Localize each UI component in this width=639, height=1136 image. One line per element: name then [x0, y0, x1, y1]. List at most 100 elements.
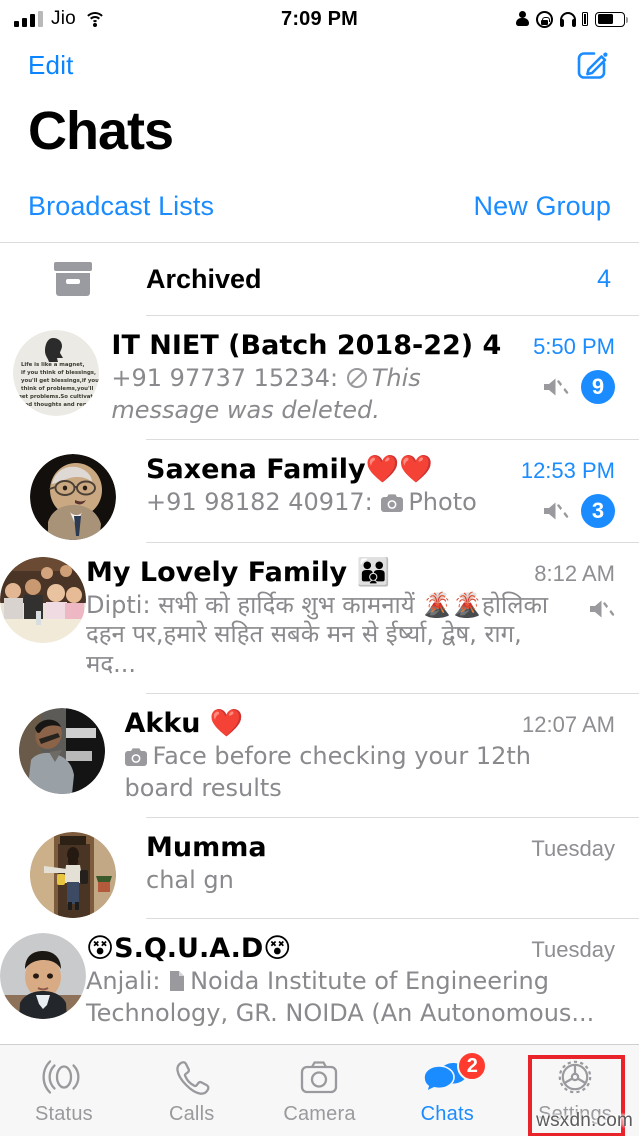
chat-timestamp: 12:07 AM [522, 711, 615, 737]
gear-icon [552, 1055, 598, 1099]
mute-icon [590, 600, 615, 618]
avatar[interactable]: Life is like a magnet, if you think of b… [0, 316, 111, 439]
svg-text:good thoughts and remo: good thoughts and remo [17, 402, 92, 408]
avatar[interactable] [0, 818, 146, 919]
chat-preview: +91 97737 15234: This message was delete… [111, 364, 541, 426]
chat-preview: chal gn [146, 866, 615, 895]
chat-header-row: My Lovely Family 👪 8:12 AM [86, 557, 639, 589]
chat-status-icons [615, 742, 639, 768]
archive-box-icon [0, 262, 146, 296]
tab-calls[interactable]: Calls [128, 1045, 256, 1136]
chat-list[interactable]: Archived 4 Life is like a magnet, if you… [0, 243, 639, 1044]
headphones-battery-icon [582, 12, 588, 26]
chat-preview-row: +91 98182 40917: Photo 3 [146, 488, 639, 529]
phone-icon [170, 1055, 214, 1099]
chat-row[interactable]: Saxena Family❤️❤️ 12:53 PM +91 98182 409… [0, 440, 639, 542]
chat-row[interactable]: Akku ❤️ 12:07 AM Face before checking yo… [0, 694, 639, 817]
chat-timestamp: 8:12 AM [534, 561, 615, 587]
compose-icon[interactable] [573, 46, 611, 84]
chat-row[interactable]: 😵S.Q.U.A.D😵 Tuesday Anjali: Noida Instit… [0, 919, 639, 1042]
archived-count: 4 [597, 264, 611, 293]
navigation-bar: Edit [0, 38, 639, 92]
chat-preview: Anjali: Noida Institute of Engineering T… [86, 967, 615, 1029]
new-group-button[interactable]: New Group [474, 191, 611, 222]
chat-content: 😵S.Q.U.A.D😵 Tuesday Anjali: Noida Instit… [86, 919, 639, 1042]
tab-calls-label: Calls [168, 1103, 215, 1125]
archived-row[interactable]: Archived 4 [0, 243, 639, 315]
svg-text:if you think of blessings,: if you think of blessings, [21, 370, 96, 376]
page-title: Chats [28, 101, 174, 161]
person-icon [516, 11, 529, 27]
chat-status-icons: 9 [541, 364, 639, 404]
chat-status-icons [587, 591, 639, 621]
chat-content: Akku ❤️ 12:07 AM Face before checking yo… [124, 694, 639, 817]
svg-text:you'll get blessings,if you: you'll get blessings,if you [21, 378, 99, 384]
tab-camera[interactable]: Camera [256, 1045, 384, 1136]
chat-preview-text: chal gn [146, 866, 234, 895]
tab-status-label: Status [34, 1103, 93, 1125]
chat-content: IT NIET (Batch 2018-22) 4 5:50 PM +91 97… [111, 316, 639, 439]
status-rings-icon [42, 1055, 86, 1099]
tab-camera-label: Camera [283, 1103, 356, 1125]
status-bar: Jio 7:09 PM [0, 0, 639, 38]
chat-title: My Lovely Family 👪 [86, 557, 391, 589]
chat-sender: +91 97737 15234: [111, 363, 346, 392]
chat-title: Akku ❤️ [124, 707, 244, 739]
camera-icon [124, 745, 148, 774]
chat-sender: Anjali: [86, 967, 169, 996]
chat-preview: Dipti: सभी को हार्दिक शुभ कामनायें 🌋🌋होल… [86, 591, 587, 679]
chat-content: My Lovely Family 👪 8:12 AM Dipti: सभी को… [86, 543, 639, 693]
chat-bubbles-icon: 2 [423, 1051, 488, 1099]
chat-status-icons [615, 967, 639, 993]
chat-title: Mumma [146, 832, 267, 864]
chat-preview-row: chal gn [146, 866, 639, 895]
tab-bar[interactable]: Status Calls Camera 2 Chats Settings wsx… [0, 1044, 639, 1136]
chat-preview: Face before checking your 12th board res… [124, 742, 615, 804]
chat-row[interactable]: Life is like a magnet, if you think of b… [0, 316, 639, 439]
chats-unread-badge: 2 [457, 1051, 488, 1081]
chat-timestamp: Tuesday [531, 937, 615, 963]
unread-badge: 9 [581, 369, 615, 404]
mute-icon [544, 502, 569, 520]
status-bar-right [516, 10, 628, 28]
avatar[interactable] [0, 440, 146, 542]
no-entry-icon [346, 367, 368, 396]
chat-content: Saxena Family❤️❤️ 12:53 PM +91 98182 409… [146, 440, 639, 542]
battery-icon [595, 11, 628, 27]
mute-icon [544, 378, 569, 396]
chat-preview-row: Face before checking your 12th board res… [124, 742, 639, 804]
tab-status[interactable]: Status [0, 1045, 128, 1136]
broadcast-lists-button[interactable]: Broadcast Lists [28, 191, 214, 222]
chat-sender: +91 98182 40917: [146, 488, 381, 517]
chat-preview: +91 98182 40917: Photo [146, 488, 541, 520]
camera-icon [297, 1055, 341, 1099]
header-actions: Broadcast Lists New Group [0, 170, 639, 242]
unread-badge: 3 [581, 494, 615, 529]
camera-icon [380, 491, 404, 520]
chat-content: Mumma Tuesday chal gn [146, 818, 639, 918]
chat-preview-text: Photo [408, 488, 477, 517]
chat-preview-row: +91 97737 15234: This message was delete… [111, 364, 639, 426]
chat-preview-text: Face before checking your 12th board res… [124, 741, 531, 803]
avatar[interactable] [0, 694, 124, 817]
avatar[interactable] [0, 543, 86, 693]
chat-header-row: Mumma Tuesday [146, 832, 639, 864]
chat-header-row: Saxena Family❤️❤️ 12:53 PM [146, 454, 639, 486]
chat-row[interactable]: Mumma Tuesday chal gn [0, 818, 639, 919]
chat-header-row: Akku ❤️ 12:07 AM [124, 708, 639, 740]
rotation-lock-icon [536, 10, 553, 28]
chat-status-icons [615, 866, 639, 892]
chat-preview-row: Anjali: Noida Institute of Engineering T… [86, 967, 639, 1029]
tab-chats[interactable]: 2 Chats [383, 1045, 511, 1136]
chat-title: IT NIET (Batch 2018-22) 4 [111, 330, 502, 361]
chat-timestamp: Tuesday [531, 836, 615, 862]
chat-timestamp: 5:50 PM [533, 334, 615, 359]
avatar[interactable] [0, 919, 86, 1042]
document-icon [168, 970, 186, 999]
chat-header-row: IT NIET (Batch 2018-22) 4 5:50 PM [111, 330, 639, 362]
chat-row[interactable]: My Lovely Family 👪 8:12 AM Dipti: सभी को… [0, 543, 639, 693]
svg-text:think of problems,you'll: think of problems,you'll [21, 386, 93, 392]
chat-header-row: 😵S.Q.U.A.D😵 Tuesday [86, 933, 639, 965]
chat-status-icons: 3 [541, 488, 639, 529]
edit-button[interactable]: Edit [28, 50, 74, 81]
